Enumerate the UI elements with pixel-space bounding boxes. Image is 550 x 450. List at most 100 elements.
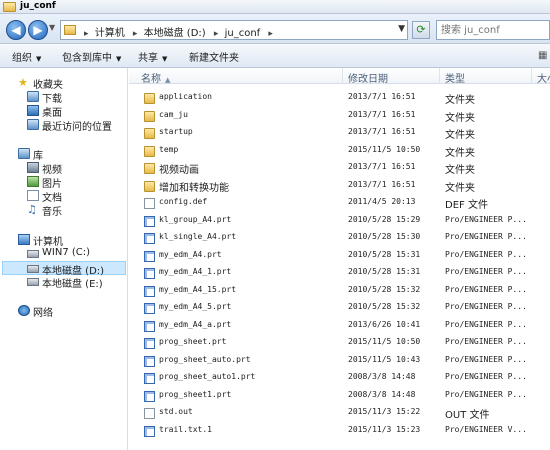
chevron-down-icon: ▼ <box>36 55 42 63</box>
address-box[interactable]: ▸ 计算机 ▸ 本地磁盘 (D:) ▸ ju_conf ▸ ▼ <box>60 20 408 40</box>
document-icon <box>27 190 39 201</box>
file-name: 视频动画 <box>159 165 199 176</box>
file-name: my_edm_A4.prt <box>159 249 222 259</box>
folder-icon <box>144 145 155 157</box>
file-type: 文件夹 <box>445 182 475 194</box>
column-type-header[interactable]: 类型 <box>445 70 465 85</box>
nav-drive-d[interactable]: 本地磁盘 (D:) <box>2 261 126 277</box>
file-row[interactable]: 增加和转换功能 2013/7/1 16:51 文件夹 <box>129 178 550 195</box>
include-library-label: 包含到库中 <box>62 53 112 64</box>
address-history-dropdown[interactable]: ▼ <box>398 24 405 34</box>
text-file-icon <box>144 408 155 419</box>
proe-file-icon <box>144 215 155 227</box>
file-name: config.def <box>159 197 208 206</box>
nav-pictures-label: 图片 <box>42 179 62 190</box>
file-type: Pro/ENGINEER P... <box>445 354 527 364</box>
file-type: 文件夹 <box>445 165 475 176</box>
file-row[interactable]: my_edm_A4_a.prt 2013/6/26 10:41 Pro/ENGINE… <box>129 318 550 335</box>
share-button[interactable]: 共享 ▼ <box>138 49 167 64</box>
column-divider[interactable] <box>439 68 440 84</box>
file-row[interactable]: my_edm_A4_1.prt 2010/5/28 15:31 Pro/ENGINE… <box>129 265 550 282</box>
nav-favorites-label: 收藏夹 <box>33 80 63 91</box>
video-icon <box>27 162 39 173</box>
file-row[interactable]: 视频动画 2013/7/1 16:51 文件夹 <box>129 160 550 177</box>
breadcrumb-drive-d[interactable]: 本地磁盘 (D:) <box>144 28 206 39</box>
file-type: Pro/ENGINEER P... <box>445 232 527 241</box>
search-box[interactable] <box>436 20 550 40</box>
organize-button[interactable]: 组织 ▼ <box>12 49 41 64</box>
sort-ascending-icon: ▲ <box>165 76 171 84</box>
proe-file-icon <box>144 425 155 437</box>
nav-desktop-label: 桌面 <box>42 108 62 119</box>
nav-music-label: 音乐 <box>42 207 62 218</box>
file-type: Pro/ENGINEER P... <box>445 337 527 346</box>
downloads-folder-icon <box>27 91 39 102</box>
chevron-right-icon[interactable]: ▸ <box>214 29 219 39</box>
column-size-header[interactable]: 大小 <box>537 70 550 85</box>
include-library-button[interactable]: 包含到库中 ▼ <box>62 49 121 64</box>
chevron-right-icon[interactable]: ▸ <box>133 29 138 39</box>
proe-file-icon <box>144 338 155 349</box>
desktop-icon <box>27 105 39 116</box>
nav-recent-label: 最近访问的位置 <box>42 122 112 133</box>
proe-file-icon <box>144 250 155 262</box>
file-row[interactable]: my_edm_A4.prt 2010/5/28 15:31 Pro/ENGINEER… <box>129 248 550 265</box>
file-row[interactable]: kl_group_A4.prt 2010/5/28 15:29 Pro/ENGINE… <box>129 213 550 230</box>
folder-icon <box>144 128 155 139</box>
file-name: prog_sheet.prt <box>159 337 227 346</box>
file-row[interactable]: prog_sheet_auto1.prt 2008/3/8 14:48 Pro/EN… <box>129 370 550 387</box>
computer-icon <box>18 234 30 245</box>
drive-icon <box>27 278 39 286</box>
file-date: 2010/5/28 15:31 <box>348 267 421 276</box>
file-date: 2015/11/3 15:22 <box>348 407 421 416</box>
picture-icon <box>27 176 39 187</box>
file-date: 2013/7/1 16:51 <box>348 179 416 189</box>
forward-button[interactable]: ▶ <box>28 20 48 40</box>
new-folder-button[interactable]: 新建文件夹 <box>189 49 239 64</box>
column-divider[interactable] <box>531 68 532 84</box>
view-options-icon[interactable]: ▦ <box>538 50 547 61</box>
nav-drive-e-label: 本地磁盘 (E:) <box>42 279 103 290</box>
library-icon <box>18 148 30 159</box>
file-row[interactable]: my_edm_A4_15.prt 2010/5/28 15:32 Pro/ENGIN… <box>129 283 550 300</box>
file-row[interactable]: temp 2015/11/5 10:50 文件夹 <box>129 143 550 160</box>
file-row[interactable]: prog_sheet1.prt 2008/3/8 14:48 Pro/ENGINEE… <box>129 388 550 405</box>
file-name: prog_sheet_auto1.prt <box>159 372 256 381</box>
proe-file-icon <box>144 373 155 384</box>
back-button[interactable]: ◀ <box>6 20 26 40</box>
column-date-header[interactable]: 修改日期 <box>348 70 388 85</box>
column-name-header[interactable]: 名称 ▲ <box>141 70 170 85</box>
search-input[interactable] <box>441 22 541 38</box>
navigation-pane: ★ 收藏夹 下载 桌面 最近访问的位置 库 视频 图片 文档 ♫ 音乐 计算机 … <box>0 68 128 450</box>
file-type: Pro/ENGINEER P... <box>445 214 527 224</box>
column-divider[interactable] <box>342 68 343 84</box>
file-name: prog_sheet1.prt <box>159 389 232 399</box>
breadcrumb-ju-conf[interactable]: ju_conf <box>225 28 261 39</box>
refresh-button[interactable]: ⟳ <box>412 21 430 39</box>
file-row[interactable]: startup 2013/7/1 16:51 文件夹 <box>129 125 550 142</box>
file-row[interactable]: prog_sheet_auto.prt 2015/11/5 10:43 Pro/EN… <box>129 353 550 370</box>
breadcrumb-computer[interactable]: 计算机 <box>95 28 125 39</box>
file-row[interactable]: prog_sheet.prt 2015/11/5 10:50 Pro/ENGINEE… <box>129 335 550 352</box>
chevron-right-icon[interactable]: ▸ <box>268 29 273 39</box>
chevron-right-icon[interactable]: ▸ <box>84 29 89 39</box>
column-name-label: 名称 <box>141 74 161 85</box>
file-row[interactable]: trail.txt.1 2015/11/3 15:23 Pro/ENGINEER V… <box>129 423 550 440</box>
recent-pages-dropdown[interactable]: ▼ <box>49 23 55 32</box>
file-row[interactable]: config.def 2011/4/5 20:13 DEF 文件 <box>129 195 550 212</box>
file-date: 2013/7/1 16:51 <box>348 92 416 101</box>
address-bar-area: ◀ ▶ ▼ ▸ 计算机 ▸ 本地磁盘 (D:) ▸ ju_conf ▸ ▼ ⟳ <box>0 14 550 44</box>
file-type: 文件夹 <box>445 112 475 124</box>
file-row[interactable]: cam_ju 2013/7/1 16:51 文件夹 <box>129 108 550 125</box>
file-date: 2010/5/28 15:31 <box>348 249 421 259</box>
star-icon: ★ <box>18 76 28 89</box>
folder-icon <box>64 25 76 35</box>
file-date: 2013/7/1 16:51 <box>348 162 416 171</box>
file-row[interactable]: application 2013/7/1 16:51 文件夹 <box>129 90 550 107</box>
file-date: 2015/11/5 10:50 <box>348 144 421 154</box>
file-date: 2015/11/3 15:23 <box>348 424 421 434</box>
file-date: 2013/7/1 16:51 <box>348 127 416 136</box>
file-row[interactable]: my_edm_A4_5.prt 2010/5/28 15:32 Pro/ENGINE… <box>129 300 550 317</box>
file-row[interactable]: std.out 2015/11/3 15:22 OUT 文件 <box>129 405 550 422</box>
file-row[interactable]: kl_single_A4.prt 2010/5/28 15:30 Pro/ENGIN… <box>129 230 550 247</box>
